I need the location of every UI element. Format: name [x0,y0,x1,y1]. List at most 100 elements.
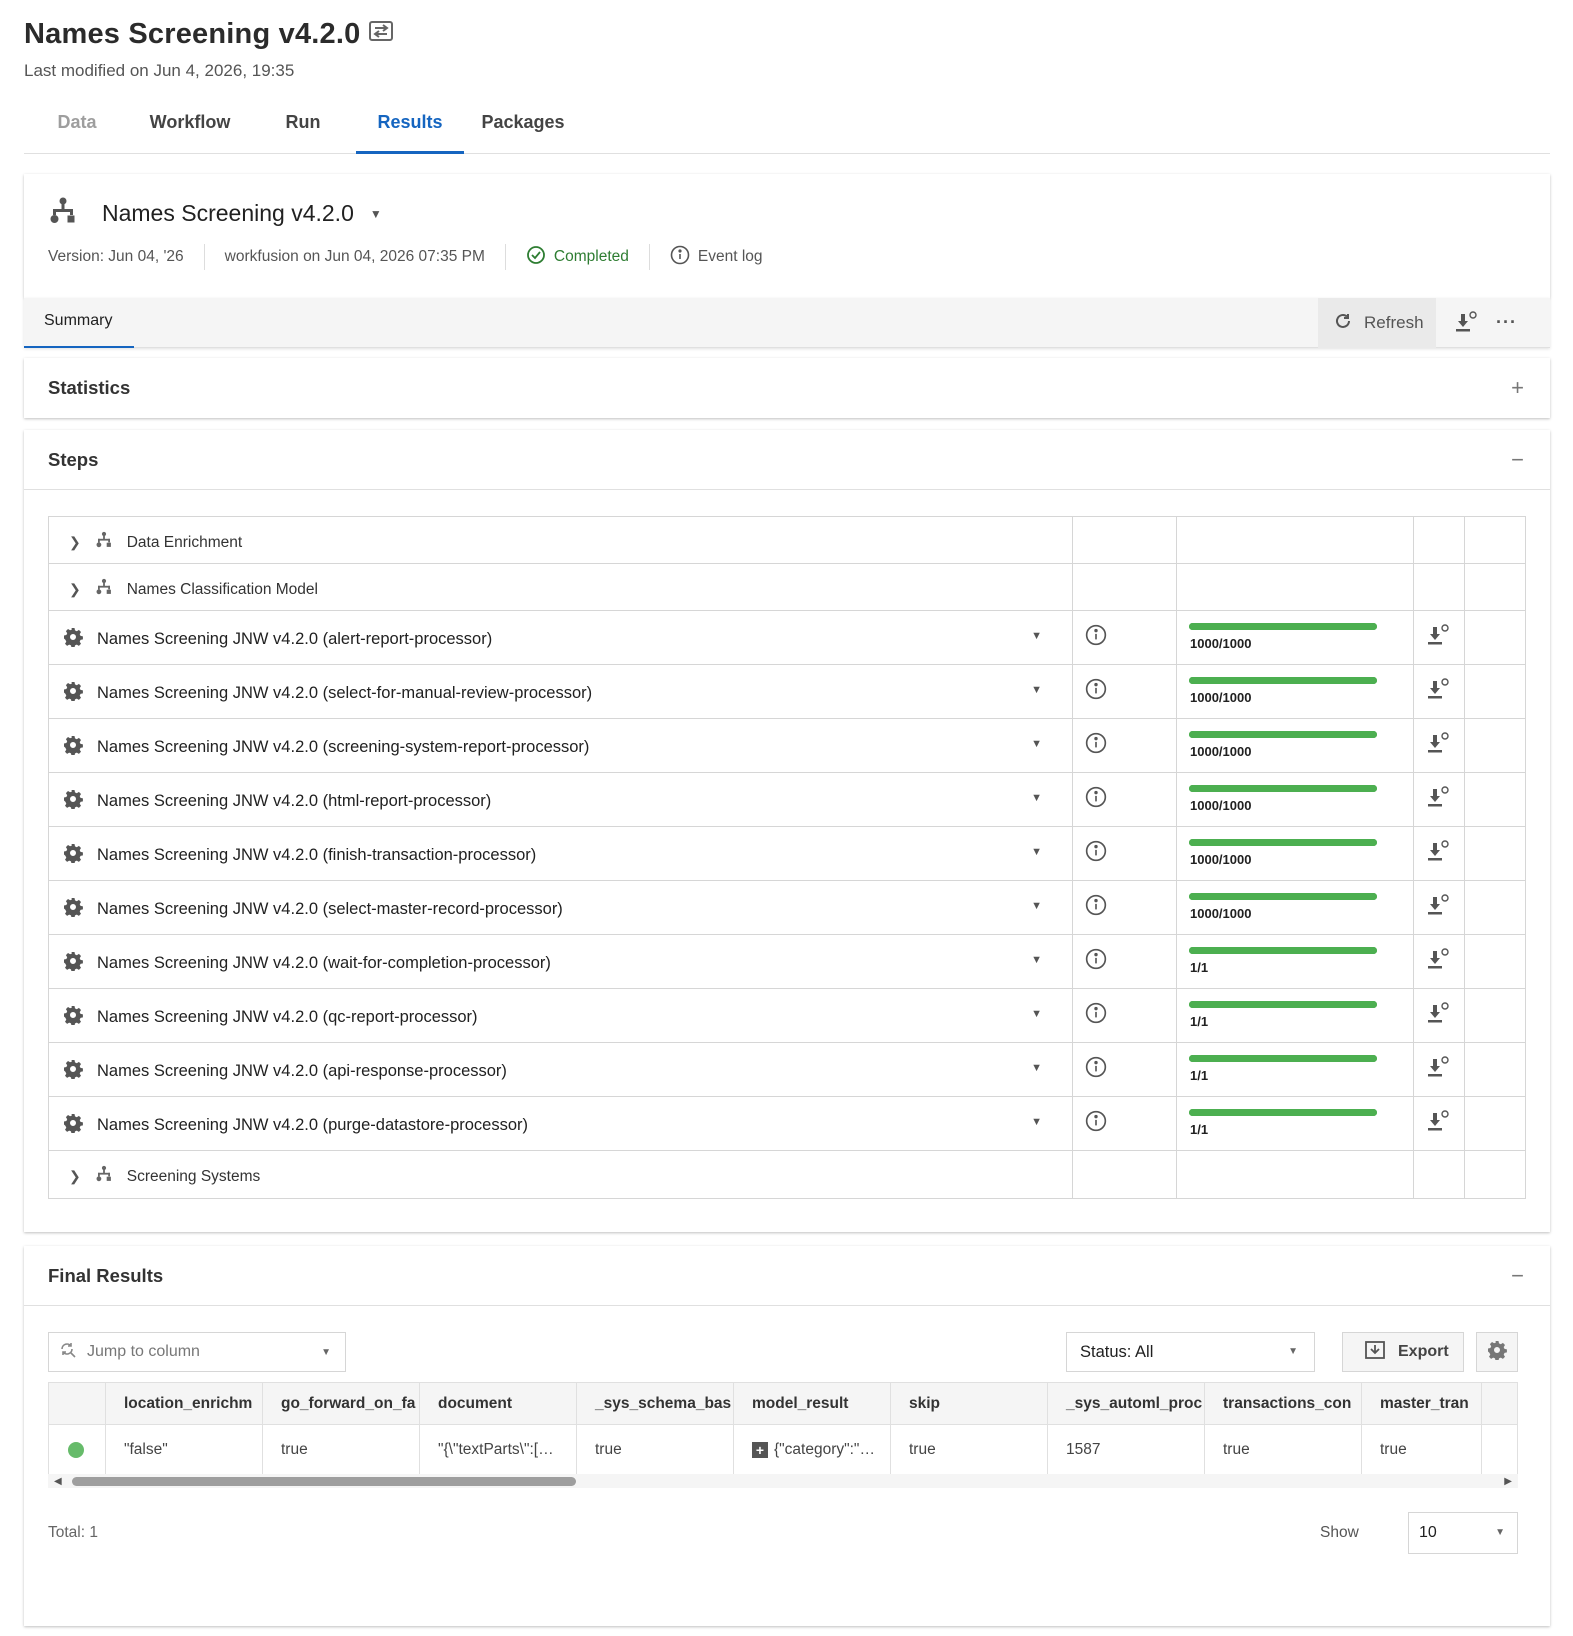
progress-bar [1189,1055,1377,1062]
download-icon[interactable] [1424,623,1450,654]
chevron-down-icon[interactable]: ▼ [1031,1116,1042,1128]
scroll-right-icon[interactable]: ▶ [1504,1476,1512,1487]
tab-packages[interactable]: Packages [464,102,582,154]
status-filter-select[interactable]: Status: All ▼ [1066,1332,1315,1372]
more-icon[interactable]: ··· [1496,312,1517,333]
chevron-down-icon[interactable]: ▼ [1031,684,1042,696]
column-header[interactable]: model_result [734,1383,891,1424]
step-row[interactable]: Names Screening JNW v4.2.0 (purge-datast… [49,1097,1525,1151]
info-icon[interactable] [1085,786,1107,813]
download-icon[interactable] [1424,785,1450,816]
expand-json-icon[interactable]: + [752,1442,768,1458]
step-name: Names Screening JNW v4.2.0 (finish-trans… [97,846,537,864]
chevron-down-icon[interactable]: ▼ [1031,792,1042,804]
download-all-icon[interactable] [1452,310,1478,341]
chevron-down-icon[interactable]: ▼ [1031,630,1042,642]
step-group-row[interactable]: ❯ Data Enrichment [49,517,1525,564]
expand-icon[interactable]: + [1511,377,1524,399]
scrollbar-thumb[interactable] [72,1477,576,1486]
column-header[interactable]: location_enrichm [106,1383,263,1424]
horizontal-scrollbar[interactable]: ◀ ▶ [48,1474,1518,1488]
download-icon[interactable] [1424,839,1450,870]
step-row[interactable]: Names Screening JNW v4.2.0 (finish-trans… [49,827,1525,881]
chevron-down-icon[interactable]: ▼ [1031,900,1042,912]
column-header[interactable]: skip [891,1383,1048,1424]
step-group-row[interactable]: ❯ Names Classification Model [49,564,1525,611]
run-selector-chevron-down-icon[interactable]: ▼ [370,207,382,221]
step-download-cell [1414,989,1465,1042]
info-icon[interactable] [1085,1110,1107,1137]
chevron-right-icon[interactable]: ❯ [69,1168,81,1185]
tab-results[interactable]: Results [356,102,464,154]
info-icon[interactable] [1085,948,1107,975]
chevron-down-icon[interactable]: ▼ [1031,1008,1042,1020]
step-label: Names Screening JNW v4.2.0 (wait-for-com… [63,951,551,976]
step-label: Names Screening JNW v4.2.0 (select-for-m… [63,681,592,706]
tab-workflow[interactable]: Workflow [130,102,250,154]
collapse-icon[interactable]: − [1511,1265,1524,1287]
download-icon[interactable] [1424,677,1450,708]
final-results-title: Final Results [48,1264,164,1286]
column-header[interactable]: _sys_automl_proc [1048,1383,1205,1424]
download-icon[interactable] [1424,1109,1450,1140]
chevron-right-icon[interactable]: ❯ [69,534,81,551]
step-info-cell [1073,989,1177,1042]
scroll-left-icon[interactable]: ◀ [54,1476,62,1487]
jump-to-column-input[interactable]: Jump to column ▼ [48,1332,346,1372]
step-row[interactable]: Names Screening JNW v4.2.0 (screening-sy… [49,719,1525,773]
refresh-button[interactable]: Refresh [1318,298,1436,348]
step-name-cell: Names Screening JNW v4.2.0 (finish-trans… [49,827,1073,880]
step-row[interactable]: Names Screening JNW v4.2.0 (api-response… [49,1043,1525,1097]
tab-run[interactable]: Run [250,102,356,154]
info-icon[interactable] [1085,1056,1107,1083]
info-icon[interactable] [1085,732,1107,759]
steps-header[interactable]: Steps [24,430,1550,490]
download-icon[interactable] [1424,947,1450,978]
download-icon[interactable] [1424,1055,1450,1086]
status-column-header [49,1383,106,1424]
gear-icon [63,843,83,868]
info-icon[interactable] [1085,678,1107,705]
info-icon[interactable] [1085,624,1107,651]
export-button[interactable]: Export [1342,1332,1464,1372]
event-log-link[interactable]: Event log [650,244,783,270]
compare-versions-icon[interactable] [368,18,394,51]
chevron-down-icon[interactable]: ▼ [1031,954,1042,966]
download-icon[interactable] [1424,893,1450,924]
column-header[interactable]: document [420,1383,577,1424]
download-icon[interactable] [1424,731,1450,762]
chevron-down-icon[interactable]: ▼ [1031,846,1042,858]
column-header[interactable]: transactions_con [1205,1383,1362,1424]
step-group-row[interactable]: ❯ Screening Systems [49,1151,1525,1198]
empty-cell [1465,665,1516,718]
column-header[interactable]: _sys_schema_bas [577,1383,734,1424]
step-row[interactable]: Names Screening JNW v4.2.0 (select-for-m… [49,665,1525,719]
chevron-down-icon[interactable]: ▼ [1031,1062,1042,1074]
column-header[interactable]: master_tran [1362,1383,1482,1424]
final-results-header[interactable]: Final Results [24,1246,1550,1306]
step-row[interactable]: Names Screening JNW v4.2.0 (alert-report… [49,611,1525,665]
table-cell: true [577,1425,734,1475]
collapse-icon[interactable]: − [1511,449,1524,471]
column-header[interactable]: go_forward_on_fa [263,1383,420,1424]
download-icon[interactable] [1424,1001,1450,1032]
chevron-down-icon[interactable]: ▼ [1031,738,1042,750]
table-row[interactable]: "false" true "{\"textParts\":[… true + {"cate… [49,1425,1517,1475]
progress-bar [1189,623,1377,630]
gear-icon [63,681,83,706]
step-row[interactable]: Names Screening JNW v4.2.0 (qc-report-pr… [49,989,1525,1043]
chevron-right-icon[interactable]: ❯ [69,581,81,598]
progress-bar [1189,947,1377,954]
statistics-header[interactable]: Statistics [24,358,1550,418]
progress-text: 1000/1000 [1190,744,1252,759]
table-settings-button[interactable] [1476,1332,1518,1372]
tab-summary[interactable]: Summary [24,298,134,348]
step-row[interactable]: Names Screening JNW v4.2.0 (html-report-… [49,773,1525,827]
gear-icon [63,1059,83,1084]
info-icon[interactable] [1085,1002,1107,1029]
page-size-select[interactable]: 10 ▼ [1408,1512,1518,1554]
step-row[interactable]: Names Screening JNW v4.2.0 (select-maste… [49,881,1525,935]
info-icon[interactable] [1085,840,1107,867]
info-icon[interactable] [1085,894,1107,921]
step-row[interactable]: Names Screening JNW v4.2.0 (wait-for-com… [49,935,1525,989]
